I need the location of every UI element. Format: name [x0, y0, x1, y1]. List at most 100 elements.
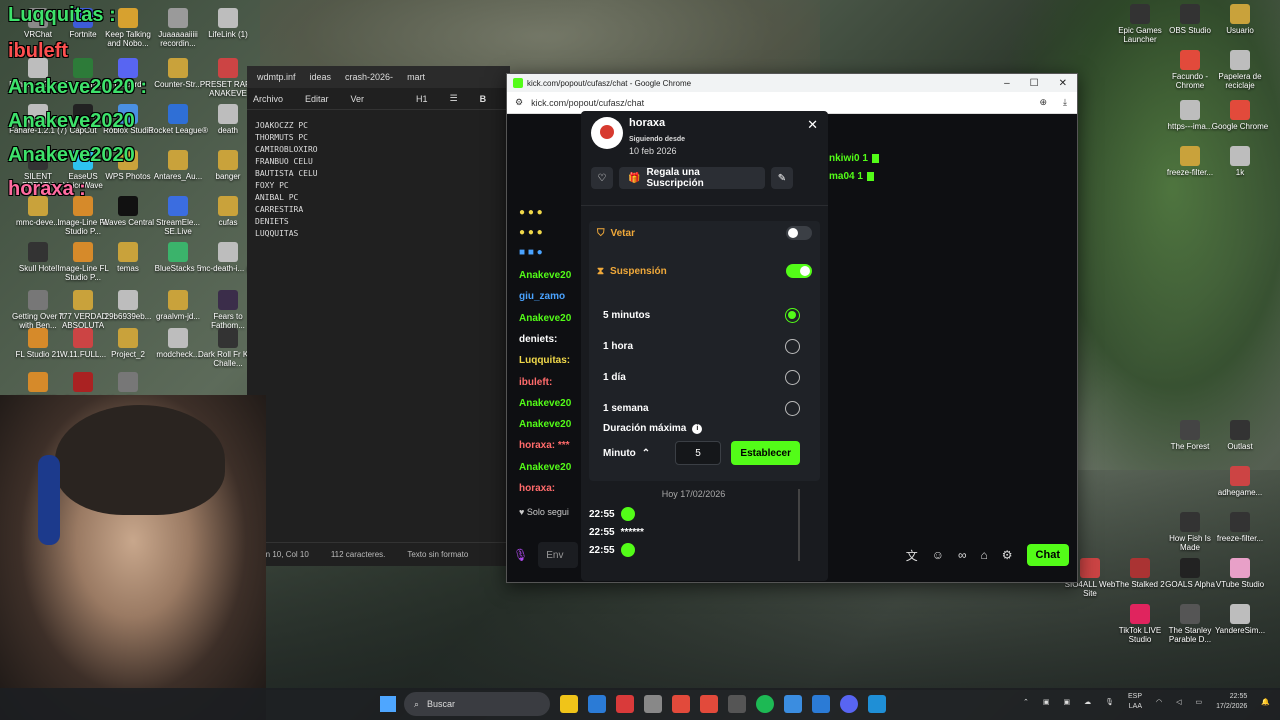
- chat-username[interactable]: Luqquitas:: [519, 355, 570, 366]
- windows-start-icon[interactable]: [380, 696, 396, 712]
- desktop-icon[interactable]: LifeLink (1): [198, 8, 258, 39]
- store-app-icon[interactable]: [588, 695, 606, 713]
- app-icon[interactable]: [784, 695, 802, 713]
- chat-username[interactable]: horaxa: ***: [519, 440, 570, 451]
- desktop-icon[interactable]: 1k: [1210, 146, 1270, 177]
- menu-file[interactable]: Archivo: [253, 94, 283, 104]
- heading-selector[interactable]: H1: [416, 94, 428, 104]
- chat-username[interactable]: giu_zamo: [519, 291, 565, 302]
- chrome-app-icon[interactable]: [700, 695, 718, 713]
- app-icon: [218, 8, 238, 28]
- tray-icon[interactable]: ☁: [1084, 698, 1091, 706]
- follow-heart-button[interactable]: ♡: [591, 167, 613, 189]
- desktop-icon[interactable]: freeze-filter...: [1210, 512, 1270, 543]
- zoom-icon[interactable]: ⊕: [1039, 97, 1047, 108]
- menu-view[interactable]: Ver: [351, 94, 365, 104]
- timeout-option[interactable]: 1 día: [603, 367, 800, 387]
- notepad-app-icon[interactable]: [868, 695, 886, 713]
- send-chat-button[interactable]: Chat: [1026, 544, 1069, 566]
- chat-username[interactable]: Anakeve20: [519, 462, 571, 473]
- editor-tab[interactable]: wdmtp.inf: [257, 72, 296, 82]
- close-icon[interactable]: ✕: [807, 117, 818, 133]
- radio-button[interactable]: [785, 369, 800, 385]
- mic-icon[interactable]: 🎙: [1105, 698, 1114, 706]
- emoji-icon[interactable]: ☺: [932, 548, 944, 562]
- chat-username[interactable]: Anakeve20: [519, 270, 571, 281]
- desktop-icon[interactable]: Outlast: [1210, 420, 1270, 451]
- download-icon[interactable]: ⤓: [1063, 97, 1067, 108]
- desktop-icon[interactable]: adhegame...: [1210, 466, 1270, 497]
- mute-button[interactable]: ✎: [771, 167, 793, 189]
- discord-app-icon[interactable]: [840, 695, 858, 713]
- chevron-up-icon[interactable]: ⌃: [1023, 698, 1029, 706]
- radio-button[interactable]: [785, 400, 800, 416]
- infinity-icon[interactable]: ∞: [958, 548, 967, 562]
- chat-username[interactable]: horaxa:: [519, 483, 555, 494]
- chrome-app-icon[interactable]: [672, 695, 690, 713]
- mic-icon[interactable]: 🎙: [513, 548, 528, 562]
- settings-icon[interactable]: ⚙: [1002, 548, 1013, 562]
- wps-app-icon[interactable]: [616, 695, 634, 713]
- taskbar-search[interactable]: ⌕ Buscar: [404, 692, 550, 716]
- timeout-option[interactable]: 1 hora: [603, 336, 800, 356]
- timeout-option[interactable]: 1 semana: [603, 398, 800, 418]
- desktop-icon-label: Usuario: [1226, 26, 1254, 35]
- badge-count: 1: [857, 171, 863, 182]
- photos-app-icon[interactable]: [812, 695, 830, 713]
- chat-username[interactable]: Anakeve20: [519, 398, 571, 409]
- url-text[interactable]: kick.com/popout/cufasz/chat: [531, 98, 644, 108]
- gift-sub-button[interactable]: 🎁 Regala una Suscripción: [619, 167, 765, 189]
- editor-content[interactable]: JOAKOCZZ PC THORMUTS PC CAMIROBLOXIRO FR…: [247, 110, 510, 250]
- set-button[interactable]: Establecer: [731, 441, 800, 465]
- ban-toggle[interactable]: [786, 226, 812, 240]
- app-icon: [73, 372, 93, 392]
- battery-icon[interactable]: ▭: [1196, 698, 1203, 706]
- minimize-icon[interactable]: –: [1004, 78, 1010, 89]
- clock[interactable]: 22:55 17/2/2026: [1216, 692, 1247, 712]
- chat-user-right[interactable]: ma04 1: [829, 171, 874, 182]
- editor-tab[interactable]: crash-2026-: [345, 72, 393, 82]
- file-explorer-icon[interactable]: [560, 695, 578, 713]
- menu-edit[interactable]: Editar: [305, 94, 329, 104]
- store-icon[interactable]: ⌂: [981, 548, 988, 562]
- spotify-app-icon[interactable]: [756, 695, 774, 713]
- chat-username[interactable]: ibuleft:: [519, 377, 552, 388]
- wifi-icon[interactable]: ◠: [1156, 698, 1162, 706]
- timeout-option[interactable]: 5 minutos: [603, 305, 800, 325]
- chat-username[interactable]: Anakeve20: [519, 419, 571, 430]
- unit-select[interactable]: Minuto ⌃: [603, 448, 665, 459]
- tray-icon[interactable]: ▣: [1043, 698, 1050, 706]
- clock-date: 17/2/2026: [1216, 703, 1248, 710]
- desktop-icon[interactable]: Papelera de reciclaje: [1210, 50, 1270, 90]
- editor-tab[interactable]: mart: [407, 72, 425, 82]
- language-indicator[interactable]: ESP LAA: [1128, 692, 1142, 712]
- desktop-icon[interactable]: Usuario: [1210, 4, 1270, 35]
- maximize-icon[interactable]: ☐: [1030, 78, 1039, 89]
- tray-icon[interactable]: ▣: [1063, 698, 1070, 706]
- info-icon[interactable]: i: [692, 423, 703, 434]
- volume-icon[interactable]: ◁: [1176, 698, 1181, 706]
- desktop-icon[interactable]: Google Chrome: [1210, 100, 1270, 131]
- obs-app-icon[interactable]: [728, 695, 746, 713]
- translate-icon[interactable]: 文: [906, 547, 918, 564]
- app-icon: [1180, 100, 1200, 120]
- chat-input[interactable]: Env: [538, 542, 579, 568]
- timeout-toggle[interactable]: [786, 264, 812, 278]
- desktop-icon[interactable]: YandereSim...: [1210, 604, 1270, 635]
- radio-button[interactable]: [785, 307, 800, 323]
- close-icon[interactable]: ✕: [1059, 78, 1067, 89]
- site-info-icon[interactable]: ⚙: [515, 97, 523, 108]
- editor-tab[interactable]: ideas: [310, 72, 332, 82]
- chat-user-right[interactable]: nkiwi0 1: [829, 153, 879, 164]
- calculator-app-icon[interactable]: [644, 695, 662, 713]
- duration-input[interactable]: [675, 441, 721, 465]
- taskbar-apps: [560, 695, 886, 713]
- modal-username[interactable]: horaxa: [629, 117, 665, 129]
- list-icon[interactable]: ☰: [450, 93, 458, 104]
- chat-username[interactable]: deniets:: [519, 334, 557, 345]
- notification-icon[interactable]: 🔔: [1261, 698, 1270, 706]
- radio-button[interactable]: [785, 338, 800, 354]
- desktop-icon[interactable]: VTube Studio: [1210, 558, 1270, 589]
- bold-icon[interactable]: B: [480, 94, 487, 104]
- chat-username[interactable]: Anakeve20: [519, 313, 571, 324]
